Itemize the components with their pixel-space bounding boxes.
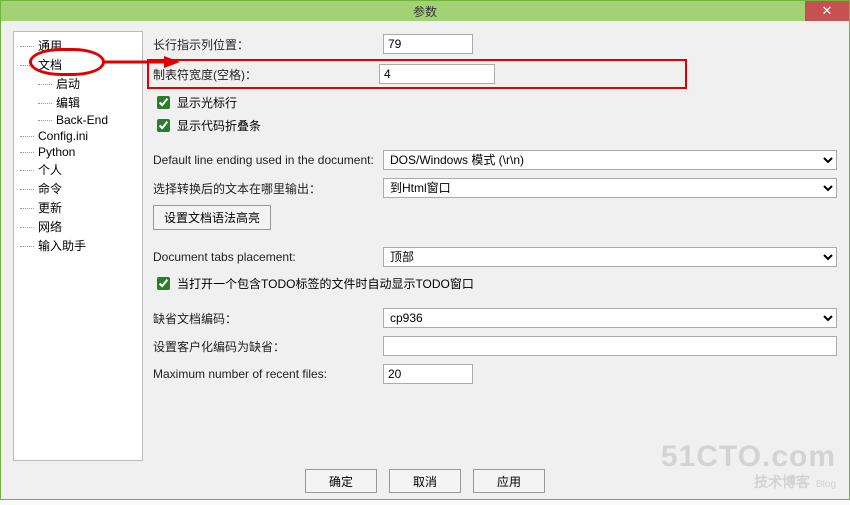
output-target-label: 选择转换后的文本在哪里输出： (153, 180, 383, 197)
tree-item-network[interactable]: 网络 (16, 217, 140, 236)
tree-item-edit[interactable]: 编辑 (16, 93, 140, 112)
line-ending-label: Default line ending used in the document… (153, 153, 383, 167)
custom-encoding-input[interactable] (383, 336, 837, 356)
row-long-line: 长行指示列位置： (153, 33, 837, 55)
row-custom-encoding: 设置客户化编码为缺省： (153, 335, 837, 357)
row-show-cursor: 显示光标行 (153, 93, 837, 112)
recent-files-input[interactable] (383, 364, 473, 384)
row-syntax-hl: 设置文档语法高亮 (153, 205, 837, 230)
tab-width-label: 制表符宽度(空格)： (153, 66, 379, 83)
tree-item-input-helper[interactable]: 输入助手 (16, 236, 140, 255)
tree-item-personal[interactable]: 个人 (16, 160, 140, 179)
auto-todo-label: 当打开一个包含TODO标签的文件时自动显示TODO窗口 (177, 275, 474, 292)
tree-item-general[interactable]: 通用 (16, 36, 140, 55)
output-target-select[interactable]: 到Html窗口 (383, 178, 837, 198)
tab-width-input[interactable] (379, 64, 495, 84)
default-encoding-label: 缺省文档编码： (153, 310, 383, 327)
close-button[interactable]: ✕ (805, 1, 849, 21)
show-cursor-checkbox[interactable] (157, 96, 170, 109)
show-fold-label: 显示代码折叠条 (177, 117, 261, 134)
tree-item-startup[interactable]: 启动 (16, 74, 140, 93)
titlebar: 参数 ✕ (1, 1, 849, 21)
show-cursor-label: 显示光标行 (177, 94, 237, 111)
cancel-button[interactable]: 取消 (389, 469, 461, 493)
row-tab-width: 制表符宽度(空格)： (149, 61, 685, 87)
close-icon: ✕ (822, 3, 833, 19)
recent-files-label: Maximum number of recent files: (153, 367, 383, 381)
tree-item-command[interactable]: 命令 (16, 179, 140, 198)
default-encoding-select[interactable]: cp936 (383, 308, 837, 328)
tree-item-python[interactable]: Python (16, 144, 140, 160)
nav-tree[interactable]: 通用 文档 启动 编辑 Back-End Config.ini Python 个… (13, 31, 143, 461)
custom-encoding-label: 设置客户化编码为缺省： (153, 338, 383, 355)
long-line-label: 长行指示列位置： (153, 36, 383, 53)
tree-item-config[interactable]: Config.ini (16, 128, 140, 144)
row-auto-todo: 当打开一个包含TODO标签的文件时自动显示TODO窗口 (153, 274, 837, 293)
tree-item-update[interactable]: 更新 (16, 198, 140, 217)
settings-form: 长行指示列位置： 制表符宽度(空格)： 显示光标行 显示代码折叠条 Defaul… (153, 31, 837, 461)
parameters-dialog: 参数 ✕ 通用 文档 启动 编辑 Back-End Config.ini Pyt… (0, 0, 850, 500)
row-output-target: 选择转换后的文本在哪里输出： 到Html窗口 (153, 177, 837, 199)
ok-button[interactable]: 确定 (305, 469, 377, 493)
row-line-ending: Default line ending used in the document… (153, 149, 837, 171)
button-bar: 确定 取消 应用 (1, 461, 849, 505)
tree-item-document[interactable]: 文档 (16, 55, 140, 74)
show-fold-checkbox[interactable] (157, 119, 170, 132)
line-ending-select[interactable]: DOS/Windows 模式 (\r\n) (383, 150, 837, 170)
tabs-placement-label: Document tabs placement: (153, 250, 383, 264)
syntax-highlight-button[interactable]: 设置文档语法高亮 (153, 205, 271, 230)
row-tabs-placement: Document tabs placement: 顶部 (153, 246, 837, 268)
dialog-body: 通用 文档 启动 编辑 Back-End Config.ini Python 个… (1, 21, 849, 461)
tabs-placement-select[interactable]: 顶部 (383, 247, 837, 267)
row-default-encoding: 缺省文档编码： cp936 (153, 307, 837, 329)
row-recent-files: Maximum number of recent files: (153, 363, 837, 385)
row-show-fold: 显示代码折叠条 (153, 116, 837, 135)
tree-item-backend[interactable]: Back-End (16, 112, 140, 128)
long-line-input[interactable] (383, 34, 473, 54)
auto-todo-checkbox[interactable] (157, 277, 170, 290)
apply-button[interactable]: 应用 (473, 469, 545, 493)
window-title: 参数 (413, 3, 437, 20)
